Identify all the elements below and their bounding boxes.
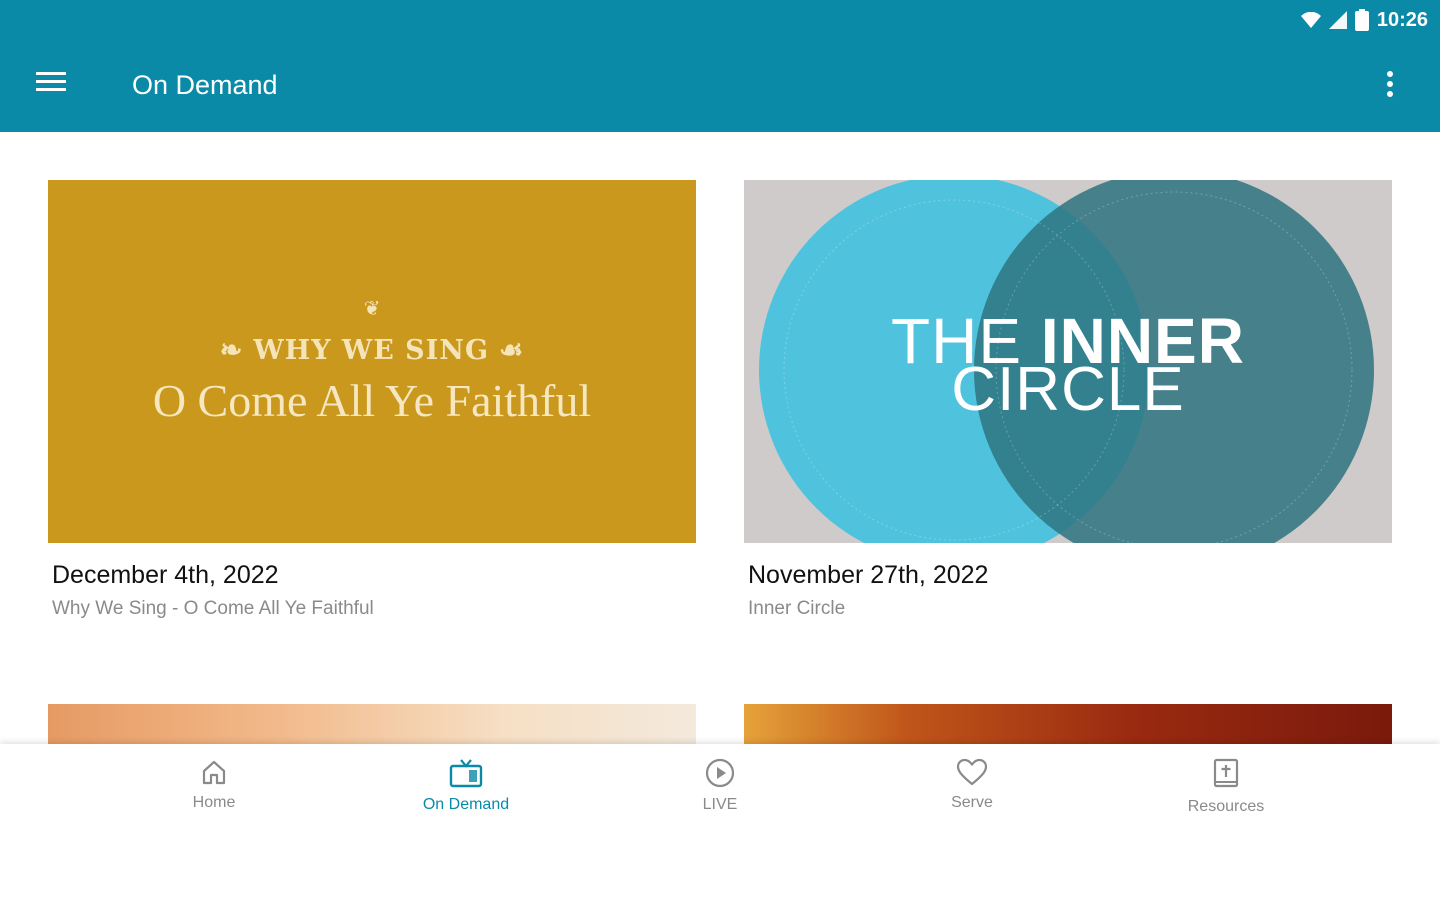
nav-item-resources[interactable]: Resources	[1156, 758, 1296, 816]
more-vert-icon	[1387, 71, 1393, 97]
sermon-card[interactable]	[744, 704, 1392, 744]
nav-label: Home	[192, 794, 236, 811]
thumbnail-title: O Come All Ye Faithful	[152, 375, 592, 426]
flame-icon: ❦	[363, 298, 381, 320]
sermon-date: November 27th, 2022	[748, 561, 989, 589]
nav-label: Serve	[951, 794, 993, 811]
nav-label: On Demand	[422, 796, 510, 813]
status-bar: 10:26	[1300, 6, 1428, 34]
app-bar: 10:26 On Demand	[0, 0, 1440, 132]
status-time: 10:26	[1376, 8, 1428, 31]
sermon-card[interactable]: ❦ ❧ WHY WE SING ☙ O Come All Ye Faithful…	[48, 180, 696, 620]
sermon-thumbnail[interactable]: THE INNER CIRCLE	[744, 180, 1392, 543]
heart-icon	[956, 758, 988, 786]
thumbnail-kicker: ❧ WHY WE SING ☙	[219, 335, 525, 366]
nav-item-serve[interactable]: Serve	[902, 758, 1042, 812]
overflow-menu-button[interactable]	[1386, 70, 1410, 100]
leaf-right-icon: ☙	[499, 335, 525, 366]
tv-icon	[449, 759, 483, 788]
sermon-card[interactable]: THE INNER CIRCLE November 27th, 2022 Inn…	[744, 180, 1392, 620]
nav-item-on-demand[interactable]: On Demand	[396, 758, 536, 814]
sermon-date: December 4th, 2022	[52, 561, 279, 589]
sermon-thumbnail[interactable]	[48, 704, 696, 744]
battery-icon	[1354, 9, 1369, 31]
menu-button[interactable]	[36, 70, 72, 100]
bottom-navigation: Home On Demand LIVE Serve Resources	[0, 744, 1440, 900]
thumbnail-title-line2: CIRCLE	[951, 355, 1185, 424]
sermon-subtitle: Inner Circle	[748, 598, 846, 619]
play-circle-icon	[705, 758, 735, 788]
nav-item-home[interactable]: Home	[144, 758, 284, 812]
signal-icon	[1328, 11, 1347, 29]
sermon-thumbnail[interactable]	[744, 704, 1392, 744]
nav-item-live[interactable]: LIVE	[650, 758, 790, 814]
sermon-card[interactable]	[48, 704, 696, 744]
wifi-icon	[1300, 12, 1321, 28]
sermon-subtitle: Why We Sing - O Come All Ye Faithful	[52, 598, 374, 619]
hamburger-menu-icon	[36, 72, 66, 91]
nav-label: LIVE	[702, 796, 738, 813]
bible-icon	[1213, 758, 1239, 788]
nav-label: Resources	[1187, 798, 1265, 815]
sermon-thumbnail[interactable]: ❦ ❧ WHY WE SING ☙ O Come All Ye Faithful	[48, 180, 696, 543]
page-title: On Demand	[132, 70, 278, 100]
home-icon	[202, 760, 226, 785]
leaf-left-icon: ❧	[219, 335, 244, 366]
